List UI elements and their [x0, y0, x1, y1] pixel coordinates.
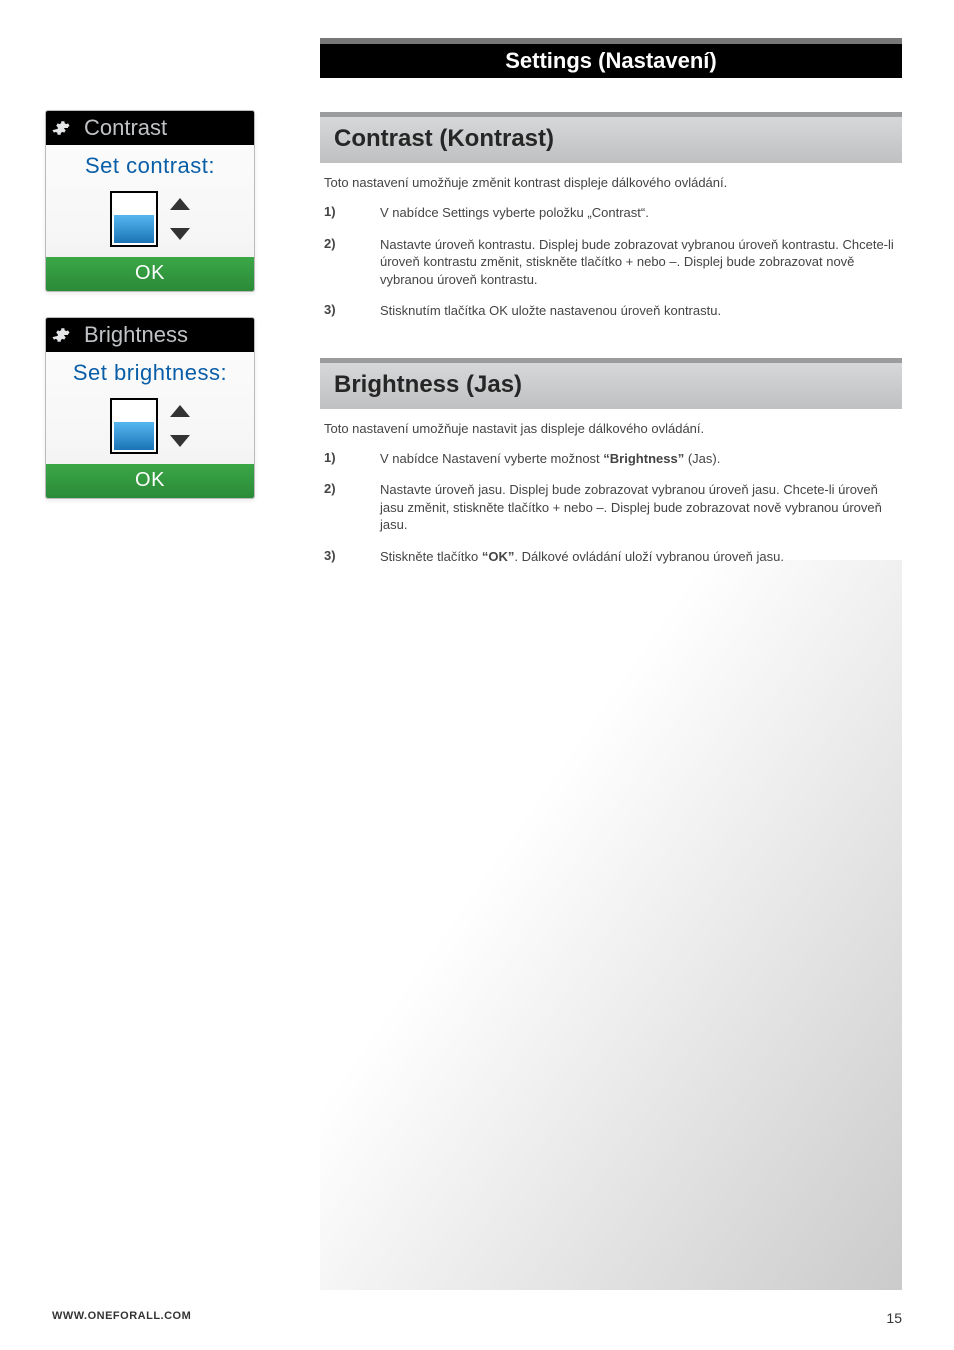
step-text-bold: “OK”: [482, 549, 515, 564]
step-text-post: (Jas).: [684, 451, 720, 466]
list-item: 2) Nastavte úroveň kontrastu. Displej bu…: [324, 236, 898, 289]
arrow-down-icon[interactable]: [170, 435, 190, 447]
page-header-title: Settings (Nastavení): [505, 48, 717, 74]
step-number: 3): [324, 302, 352, 320]
step-number: 1): [324, 204, 352, 222]
step-text-post: . Dálkové ovládání uloží vybranou úroveň…: [514, 549, 784, 564]
step-text: Nastavte úroveň jasu. Displej bude zobra…: [380, 481, 898, 534]
lcd-contrast-titlebar: Contrast: [46, 111, 254, 145]
footer-page-number: 15: [886, 1310, 902, 1326]
list-item: 3) Stisknutím tlačítka OK uložte nastave…: [324, 302, 898, 320]
lcd-brightness-titlebar: Brightness: [46, 318, 254, 352]
brightness-level-indicator: [110, 398, 158, 454]
lcd-contrast-subtitle: Set contrast:: [46, 145, 254, 185]
footer-url: WWW.ONEFORALL.COM: [52, 1310, 191, 1326]
section-contrast: Contrast (Kontrast) Toto nastavení umožň…: [320, 112, 902, 328]
gear-icon: [52, 326, 70, 344]
step-text-bold: “Brightness”: [603, 451, 684, 466]
lcd-brightness-subtitle: Set brightness:: [46, 352, 254, 392]
brightness-intro: Toto nastavení umožňuje nastavit jas dis…: [324, 421, 898, 436]
contrast-arrows: [170, 198, 190, 240]
page-footer: WWW.ONEFORALL.COM 15: [52, 1310, 902, 1326]
contrast-intro: Toto nastavení umožňuje změnit kontrast …: [324, 175, 898, 190]
contrast-ok-button[interactable]: OK: [46, 257, 254, 291]
arrow-down-icon[interactable]: [170, 228, 190, 240]
section-brightness-body: Toto nastavení umožňuje nastavit jas dis…: [320, 409, 902, 574]
section-contrast-heading: Contrast (Kontrast): [320, 112, 902, 163]
page-header: Settings (Nastavení): [320, 38, 902, 78]
arrow-up-icon[interactable]: [170, 405, 190, 417]
brightness-steps: 1) V nabídce Nastavení vyberte možnost “…: [324, 450, 898, 566]
step-text-pre: V nabídce Nastavení vyberte možnost: [380, 451, 603, 466]
contrast-steps: 1) V nabídce Settings vyberte položku „C…: [324, 204, 898, 320]
brightness-ok-button[interactable]: OK: [46, 464, 254, 498]
brightness-arrows: [170, 405, 190, 447]
contrast-level-indicator: [110, 191, 158, 247]
arrow-up-icon[interactable]: [170, 198, 190, 210]
lcd-contrast-panel: Contrast Set contrast: OK: [45, 110, 255, 292]
step-text: Stiskněte tlačítko “OK”. Dálkové ovládán…: [380, 548, 898, 566]
step-number: 3): [324, 548, 352, 566]
brightness-ok-label: OK: [135, 469, 165, 491]
step-text: V nabídce Nastavení vyberte možnost “Bri…: [380, 450, 898, 468]
list-item: 1) V nabídce Settings vyberte položku „C…: [324, 204, 898, 222]
lcd-contrast-title: Contrast: [84, 115, 167, 141]
lcd-brightness-title: Brightness: [84, 322, 188, 348]
background-gradient: [320, 560, 902, 1290]
section-contrast-body: Toto nastavení umožňuje změnit kontrast …: [320, 163, 902, 328]
contrast-ok-label: OK: [135, 262, 165, 284]
step-number: 2): [324, 481, 352, 534]
list-item: 1) V nabídce Nastavení vyberte možnost “…: [324, 450, 898, 468]
step-text-pre: Stiskněte tlačítko: [380, 549, 482, 564]
contrast-level-row: [46, 185, 254, 257]
step-text: Nastavte úroveň kontrastu. Displej bude …: [380, 236, 898, 289]
gear-icon: [52, 119, 70, 137]
content-column: Contrast (Kontrast) Toto nastavení umožň…: [320, 100, 902, 573]
step-text: Stisknutím tlačítka OK uložte nastavenou…: [380, 302, 898, 320]
list-item: 3) Stiskněte tlačítko “OK”. Dálkové ovlá…: [324, 548, 898, 566]
step-text: V nabídce Settings vyberte položku „Cont…: [380, 204, 898, 222]
lcd-brightness-panel: Brightness Set brightness: OK: [45, 317, 255, 499]
brightness-level-row: [46, 392, 254, 464]
step-number: 2): [324, 236, 352, 289]
list-item: 2) Nastavte úroveň jasu. Displej bude zo…: [324, 481, 898, 534]
section-brightness-heading: Brightness (Jas): [320, 358, 902, 409]
section-brightness: Brightness (Jas) Toto nastavení umožňuje…: [320, 358, 902, 574]
step-number: 1): [324, 450, 352, 468]
sidebar: Contrast Set contrast: OK Brightness Set…: [45, 110, 255, 524]
